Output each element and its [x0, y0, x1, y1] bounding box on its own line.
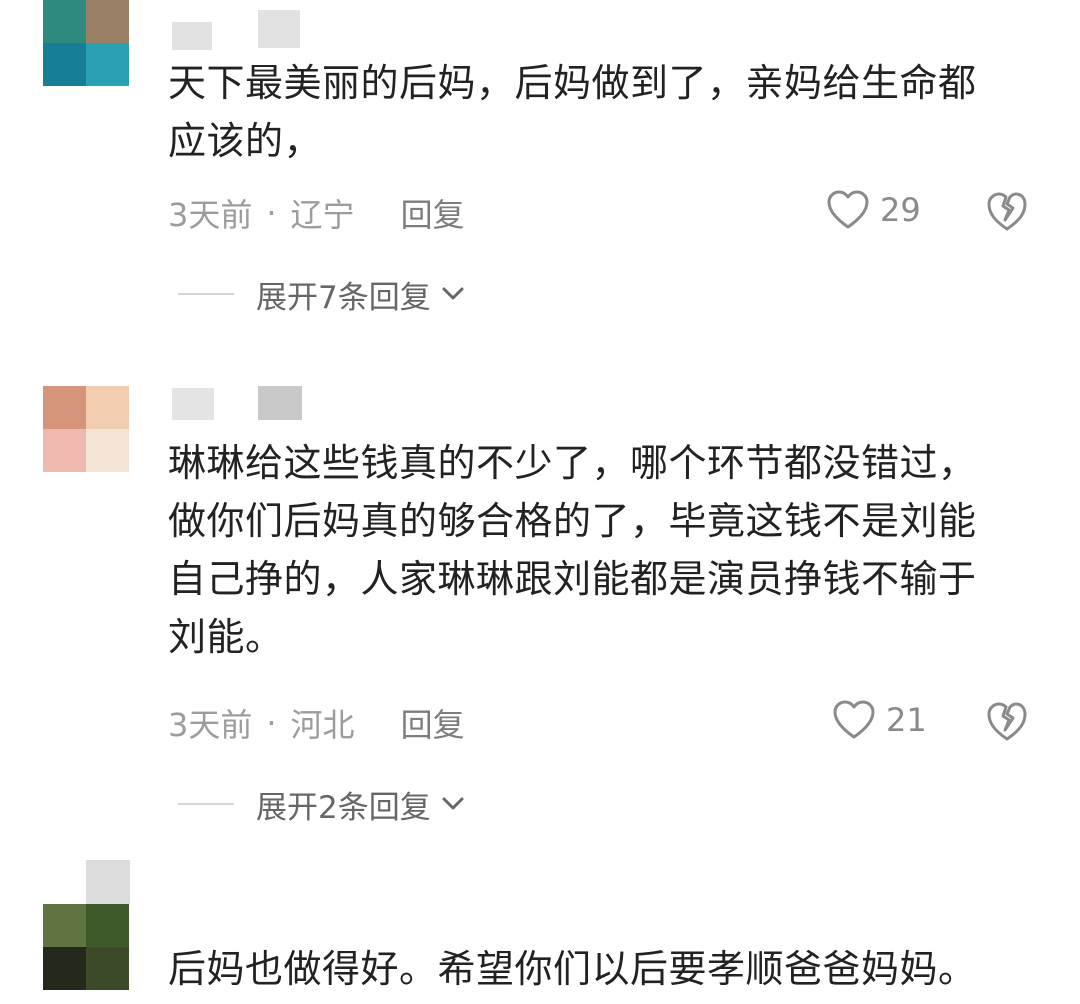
comment-time: 3天前	[168, 706, 253, 744]
comment-time: 3天前	[168, 196, 253, 234]
username-blurred[interactable]	[258, 10, 300, 48]
username-blurred[interactable]	[172, 22, 212, 50]
heart-outline-icon	[827, 190, 869, 229]
divider	[178, 803, 234, 805]
expand-replies-label: 展开7条回复	[256, 279, 431, 316]
reply-button[interactable]: 回复	[401, 190, 465, 236]
chevron-down-icon	[442, 287, 464, 300]
like-count: 29	[880, 191, 921, 229]
heart-outline-icon	[833, 700, 875, 739]
expand-replies-button[interactable]: 展开7条回复	[178, 270, 465, 318]
username-blurred[interactable]	[86, 860, 130, 904]
broken-heart-icon	[987, 192, 1027, 231]
username-blurred[interactable]	[258, 386, 302, 420]
avatar[interactable]	[43, 386, 129, 472]
comment-location: 辽宁	[290, 196, 355, 234]
like-button[interactable]: 29	[826, 190, 921, 230]
like-count: 21	[886, 701, 927, 739]
username-blurred[interactable]	[172, 388, 214, 420]
dislike-button[interactable]	[986, 702, 1028, 746]
comment-location: 河北	[290, 706, 355, 744]
broken-heart-icon	[987, 702, 1027, 741]
comment-meta: 3天前 · 辽宁 回复	[168, 188, 465, 238]
expand-replies-button[interactable]: 展开2条回复	[178, 780, 465, 828]
divider	[178, 293, 234, 295]
expand-replies-label: 展开2条回复	[256, 789, 431, 826]
avatar[interactable]	[43, 904, 129, 990]
comment-text: 琳琳给这些钱真的不少了，哪个环节都没错过， 做你们后妈真的够合格的了，毕竟这钱不…	[168, 441, 977, 659]
like-button[interactable]: 21	[832, 700, 927, 740]
comment-meta: 3天前 · 河北 回复	[168, 698, 465, 748]
comment-text: 后妈也做得好。希望你们以后要孝顺爸爸妈妈。	[168, 947, 977, 991]
dislike-button[interactable]	[986, 192, 1028, 236]
chevron-down-icon	[442, 797, 464, 810]
avatar[interactable]	[43, 0, 129, 86]
comment-text: 天下最美丽的后妈，后妈做到了，亲妈给生命都 应该的，	[168, 61, 977, 163]
reply-button[interactable]: 回复	[401, 700, 465, 746]
